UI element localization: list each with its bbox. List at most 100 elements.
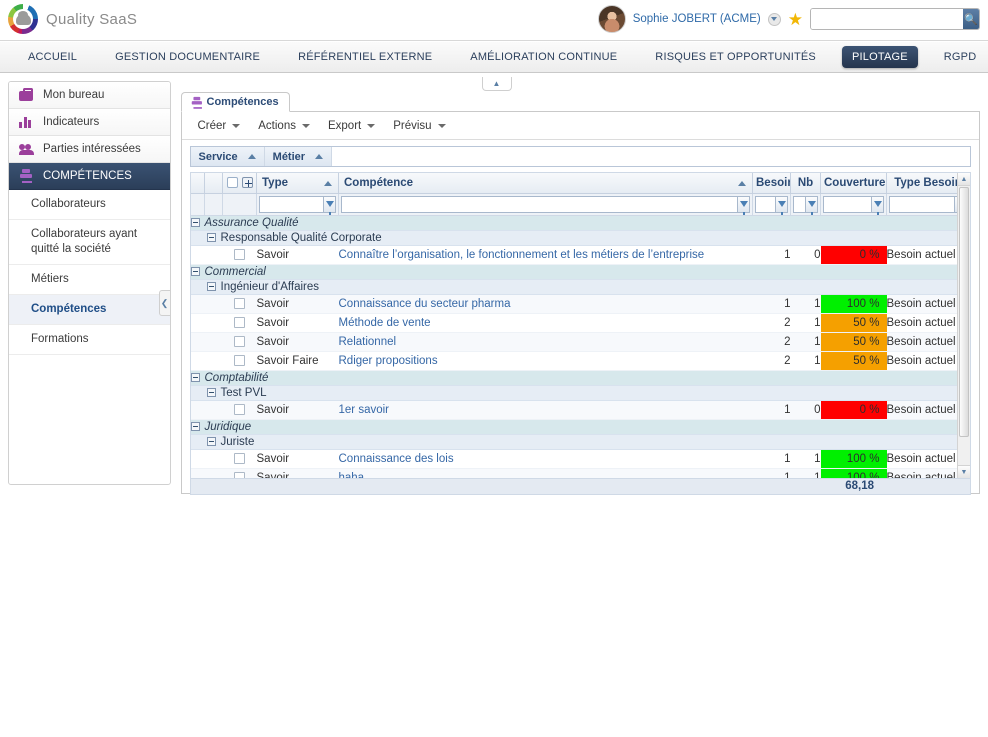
row-checkbox[interactable] <box>234 403 245 415</box>
row-checkbox[interactable] <box>234 354 245 366</box>
triangle-down-icon[interactable]: ▼ <box>958 465 970 478</box>
group-row[interactable]: Commercial <box>190 264 970 280</box>
triangle-up-icon[interactable]: ▲ <box>958 173 970 186</box>
row-checkbox-cell[interactable] <box>222 245 257 265</box>
user-name-link[interactable]: Sophie JOBERT (ACME) <box>633 13 761 25</box>
funnel-icon[interactable] <box>737 195 750 215</box>
col-besoin[interactable]: Besoin <box>752 173 791 194</box>
panel-collapse-toggle[interactable]: ▲ <box>481 77 512 91</box>
competence-link[interactable]: Connaître l’organisation, le fonctionnem… <box>339 249 705 261</box>
group-row[interactable]: Comptabilité <box>190 370 970 386</box>
nav-item-referentiel-externe[interactable]: RÉFÉRENTIEL EXTERNE <box>286 47 444 67</box>
row-checkbox[interactable] <box>234 248 245 260</box>
filter-besoin-cell[interactable] <box>752 193 791 216</box>
table-row[interactable]: Savoir Connaissance du secteur pharma 1 1 10… <box>190 294 970 314</box>
search-box[interactable]: 🔍 <box>810 8 980 30</box>
collapse-group-icon[interactable] <box>206 387 216 397</box>
sidebar-subitem-collaborateurs-quittes[interactable]: Collaborateurs ayant quitté la société <box>9 220 170 265</box>
export-button[interactable]: Export <box>320 117 383 135</box>
collapse-group-icon[interactable] <box>206 436 216 446</box>
group-row[interactable]: Ingénieur d'Affaires <box>190 279 970 295</box>
sidebar-item-competences[interactable]: COMPÉTENCES <box>9 163 170 190</box>
select-all-checkbox[interactable] <box>226 177 238 189</box>
group-chip-metier[interactable]: Métier <box>264 147 333 166</box>
grid-vertical-scrollbar[interactable]: ▲ ▼ <box>957 173 970 478</box>
search-icon[interactable]: 🔍 <box>963 9 979 29</box>
filter-type-besoin-input[interactable] <box>889 195 954 213</box>
sidebar-subitem-competences[interactable]: Compétences <box>9 295 170 325</box>
sidebar-subitem-formations[interactable]: Formations <box>9 325 170 355</box>
row-checkbox[interactable] <box>234 297 245 309</box>
nav-item-pilotage[interactable]: PILOTAGE <box>841 46 918 68</box>
filter-nb-input[interactable] <box>793 195 805 213</box>
group-row[interactable]: Assurance Qualité <box>190 215 970 231</box>
group-row[interactable]: Juriste <box>190 434 970 450</box>
group-row[interactable]: Test PVL <box>190 385 970 401</box>
sidebar-item-mon-bureau[interactable]: Mon bureau <box>9 82 170 109</box>
row-checkbox-cell[interactable] <box>222 351 257 371</box>
filter-type-input[interactable] <box>259 195 323 213</box>
sidebar-item-parties-interessees[interactable]: Parties intéressées <box>9 136 170 163</box>
competence-link[interactable]: Méthode de vente <box>339 317 431 329</box>
collapse-group-icon[interactable] <box>190 421 200 431</box>
funnel-icon[interactable] <box>323 195 336 215</box>
sort-asc-icon[interactable] <box>315 154 324 159</box>
row-checkbox-cell[interactable] <box>222 332 257 352</box>
funnel-icon[interactable] <box>775 195 788 215</box>
filter-nb-cell[interactable] <box>790 193 821 216</box>
row-checkbox-cell[interactable] <box>222 313 257 333</box>
filter-couverture-cell[interactable] <box>820 193 887 216</box>
row-checkbox[interactable] <box>234 316 245 328</box>
group-chip-service[interactable]: Service <box>190 147 265 166</box>
col-couverture[interactable]: Couverture <box>820 173 887 194</box>
table-row[interactable]: Savoir Relationnel 2 1 50 % Besoin actuel <box>190 332 970 352</box>
table-row[interactable]: Savoir haha 1 1 100 % Besoin actuel <box>190 468 970 478</box>
nav-item-gestion-documentaire[interactable]: GESTION DOCUMENTAIRE <box>103 47 272 67</box>
chevron-down-icon[interactable] <box>767 12 781 26</box>
collapse-group-icon[interactable] <box>190 266 200 276</box>
expand-all-icon[interactable] <box>241 177 253 189</box>
collapse-group-icon[interactable] <box>190 217 200 227</box>
row-checkbox[interactable] <box>234 335 245 347</box>
table-row[interactable]: Savoir Connaître l’organisation, le fonct… <box>190 245 970 265</box>
tab-competences[interactable]: Compétences <box>180 92 290 112</box>
row-checkbox-cell[interactable] <box>222 449 257 469</box>
filter-type-cell[interactable] <box>256 193 339 216</box>
competence-link[interactable]: Connaissance des lois <box>339 453 454 465</box>
row-checkbox-cell[interactable] <box>222 400 257 420</box>
collapse-group-icon[interactable] <box>190 372 200 382</box>
filter-besoin-input[interactable] <box>755 195 775 213</box>
competence-link[interactable]: Rdiger propositions <box>339 355 438 367</box>
funnel-icon[interactable] <box>871 195 884 215</box>
search-input[interactable] <box>811 9 963 29</box>
nav-item-amelioration-continue[interactable]: AMÉLIORATION CONTINUE <box>458 47 629 67</box>
row-checkbox[interactable] <box>234 452 245 464</box>
funnel-icon[interactable] <box>805 195 818 215</box>
sidebar-collapse-handle[interactable]: ❮ <box>158 290 170 316</box>
sidebar-item-indicateurs[interactable]: Indicateurs <box>9 109 170 136</box>
filter-competence-cell[interactable] <box>338 193 753 216</box>
competence-link[interactable]: Connaissance du secteur pharma <box>339 298 511 310</box>
scrollbar-thumb[interactable] <box>959 187 969 437</box>
competence-link[interactable]: 1er savoir <box>339 404 390 416</box>
col-type[interactable]: Type <box>256 173 339 194</box>
table-row[interactable]: Savoir Faire Rdiger propositions 2 1 50 % Bes… <box>190 351 970 371</box>
previsu-button[interactable]: Prévisu <box>385 117 453 135</box>
sort-asc-icon[interactable] <box>247 154 256 159</box>
actions-button[interactable]: Actions <box>250 117 318 135</box>
table-row[interactable]: Savoir 1er savoir 1 0 0 % Besoin actuel <box>190 400 970 420</box>
table-row[interactable]: Savoir Méthode de vente 2 1 50 % Besoin actue… <box>190 313 970 333</box>
competence-link[interactable]: Relationnel <box>339 336 397 348</box>
filter-competence-input[interactable] <box>341 195 737 213</box>
nav-item-accueil[interactable]: ACCUEIL <box>16 47 89 67</box>
nav-item-risques-opportunites[interactable]: RISQUES ET OPPORTUNITÉS <box>643 47 828 67</box>
creer-button[interactable]: Créer <box>190 117 249 135</box>
row-checkbox-cell[interactable] <box>222 294 257 314</box>
col-select-all[interactable] <box>222 173 257 194</box>
collapse-group-icon[interactable] <box>206 281 216 291</box>
row-checkbox-cell[interactable] <box>222 468 257 478</box>
col-competence[interactable]: Compétence <box>338 173 753 194</box>
nav-item-rgpd[interactable]: RGPD <box>932 47 988 67</box>
sidebar-subitem-collaborateurs[interactable]: Collaborateurs <box>9 190 170 220</box>
col-nb[interactable]: Nb <box>790 173 821 194</box>
